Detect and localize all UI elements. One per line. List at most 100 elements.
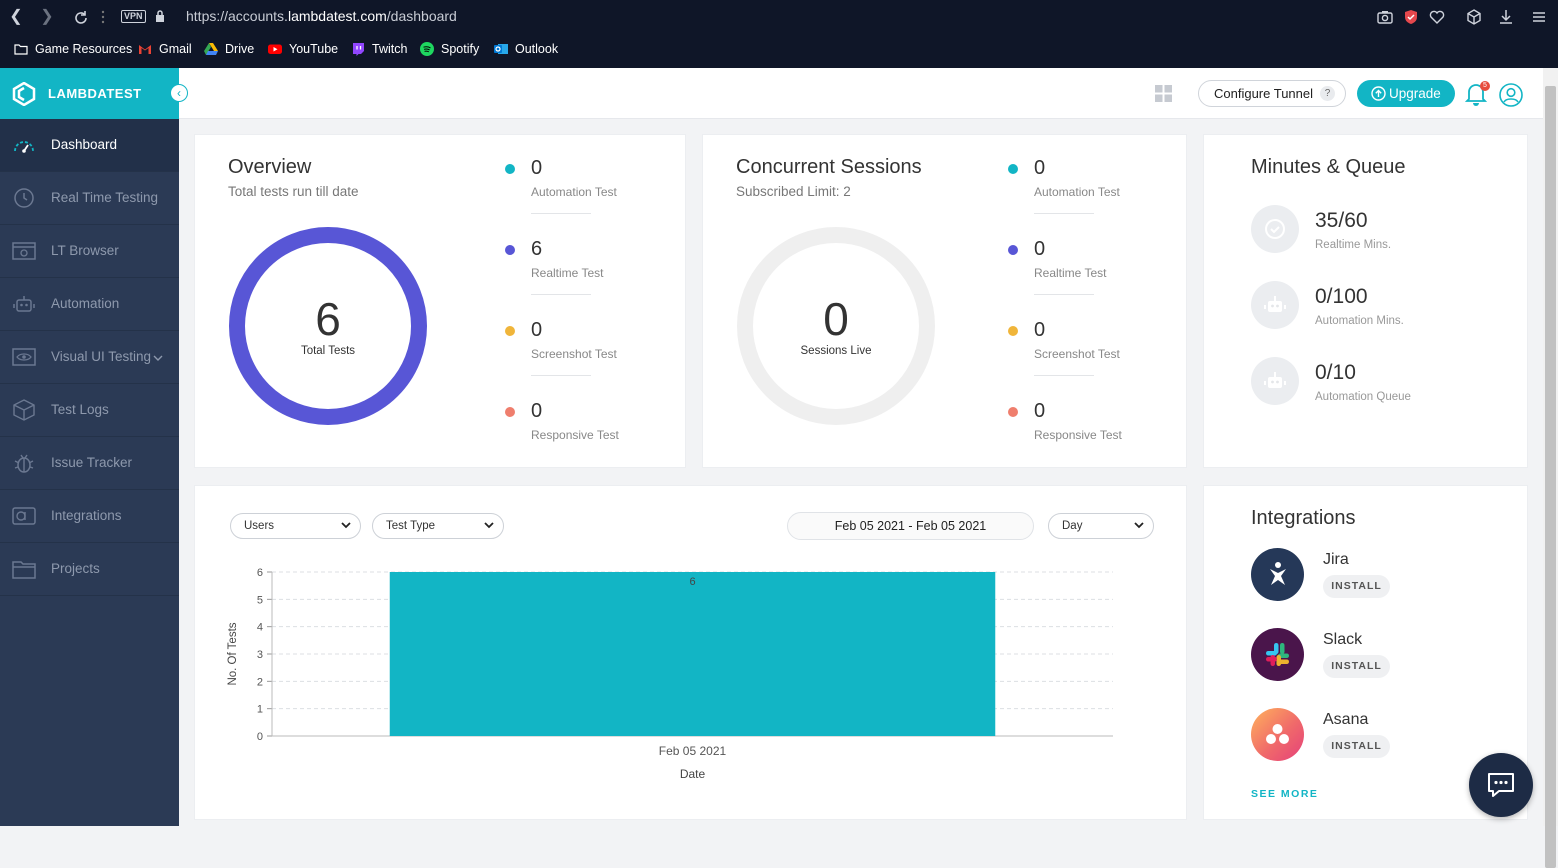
sidebar-item-label: Visual UI Testing	[51, 349, 152, 364]
sidebar-item-projects[interactable]: Projects	[0, 543, 179, 596]
heart-icon[interactable]	[1428, 8, 1446, 26]
sidebar: LAMBDATEST ‹ Dashboard Real Time Testing…	[0, 68, 188, 826]
x-tick-label: Feb 05 2021	[659, 744, 727, 758]
page-scrollbar[interactable]	[1543, 68, 1558, 868]
brand-header[interactable]: LAMBDATEST	[0, 68, 179, 119]
sidebar-item-dashboard[interactable]: Dashboard	[0, 119, 179, 172]
configure-tunnel-label: Configure Tunnel	[1214, 86, 1314, 101]
sidebar-item-label: Dashboard	[51, 137, 118, 152]
sessions-live-value: 0	[823, 293, 849, 345]
sidebar-item-label: Real Time Testing	[51, 190, 159, 205]
sidebar-item-automation[interactable]: Automation	[0, 278, 179, 331]
automation-minutes-value: 0/100	[1315, 285, 1368, 308]
stat-label: Screenshot Test	[531, 347, 617, 361]
integrations-icon	[12, 507, 36, 525]
reload-icon[interactable]	[72, 8, 90, 28]
sidebar-item-visual-ui-testing[interactable]: Visual UI Testing	[0, 331, 179, 384]
divider	[1034, 294, 1094, 295]
robot-icon	[13, 296, 35, 312]
menu-icon[interactable]	[1530, 8, 1548, 26]
stat-value: 0	[531, 319, 543, 341]
collapse-sidebar-button[interactable]: ‹	[170, 84, 188, 102]
bookmark-gmail[interactable]: Gmail	[138, 42, 192, 56]
sidebar-item-real-time-testing[interactable]: Real Time Testing	[0, 172, 179, 225]
sidebar-item-test-logs[interactable]: Test Logs	[0, 384, 179, 437]
tests-bar-chart: 0 1 2 3 4 5 6 6 Feb 05 2021 Date No. Of Tests	[227, 567, 1113, 781]
scrollbar-thumb[interactable]	[1545, 86, 1556, 868]
granularity-select[interactable]: Day	[1048, 513, 1154, 539]
granularity-select-value: Day	[1062, 520, 1083, 532]
notification-badge: 5	[1480, 81, 1490, 91]
sidebar-item-issue-tracker[interactable]: Issue Tracker	[0, 437, 179, 490]
y-tick-label: 4	[257, 622, 263, 634]
slack-logo	[1251, 628, 1304, 681]
divider	[531, 213, 591, 214]
apps-grid-icon[interactable]	[1155, 85, 1172, 102]
back-icon[interactable]: ❮	[7, 7, 25, 27]
concurrent-title: Concurrent Sessions	[736, 156, 922, 178]
chevron-down-icon	[341, 522, 351, 529]
forward-icon[interactable]: ❯	[38, 7, 56, 27]
vpn-badge[interactable]: VPN	[121, 10, 146, 23]
help-icon[interactable]: ?	[1320, 86, 1335, 101]
configure-tunnel-button[interactable]: Configure Tunnel ?	[1198, 80, 1346, 107]
sidebar-item-label: Automation	[51, 296, 120, 311]
robot-icon-bg	[1251, 357, 1299, 405]
bookmark-spotify[interactable]: Spotify	[420, 42, 479, 56]
users-select[interactable]: Users	[230, 513, 361, 539]
overview-card: Overview Total tests run till date 6 Tot…	[194, 134, 686, 468]
address-bar[interactable]: https://accounts.lambdatest.com/dashboar…	[186, 8, 457, 24]
sidebar-item-label: Issue Tracker	[51, 455, 133, 470]
legend-dot	[1008, 407, 1018, 417]
bookmark-youtube[interactable]: YouTube	[268, 42, 338, 56]
cube-icon[interactable]	[1465, 8, 1483, 26]
legend-dot	[1008, 164, 1018, 174]
install-asana-button[interactable]: INSTALL	[1323, 735, 1390, 758]
bookmark-outlook[interactable]: Outlook	[494, 42, 558, 56]
separator-icon	[101, 10, 105, 24]
sidebar-item-integrations[interactable]: Integrations	[0, 490, 179, 543]
drive-icon	[204, 43, 218, 55]
stat-label: Realtime Test	[531, 266, 604, 280]
overview-title: Overview	[228, 156, 312, 178]
lock-icon[interactable]	[155, 9, 165, 23]
folder-icon	[14, 44, 28, 55]
stat-value: 0	[531, 400, 543, 422]
realtime-minutes-label: Realtime Mins.	[1315, 239, 1392, 251]
concurrent-sessions-card: Concurrent Sessions Subscribed Limit: 2 …	[702, 134, 1187, 468]
y-tick-label: 5	[257, 594, 263, 606]
url-prefix: https://accounts.	[186, 8, 288, 24]
install-slack-button[interactable]: INSTALL	[1323, 655, 1390, 678]
test-type-select[interactable]: Test Type	[372, 513, 504, 539]
chat-widget-button[interactable]	[1469, 753, 1533, 817]
stat-value: 0	[1034, 157, 1046, 179]
user-avatar-icon[interactable]	[1499, 83, 1523, 107]
gmail-icon	[139, 45, 151, 54]
spotify-icon	[420, 42, 434, 56]
upgrade-button[interactable]: Upgrade	[1357, 80, 1455, 107]
date-range-picker[interactable]: Feb 05 2021 - Feb 05 2021	[787, 512, 1034, 540]
legend-dot	[505, 326, 515, 336]
install-jira-button[interactable]: INSTALL	[1323, 575, 1390, 598]
legend-dot	[505, 164, 515, 174]
divider	[531, 375, 591, 376]
chart-bar	[389, 572, 996, 736]
shield-icon[interactable]	[1402, 8, 1420, 26]
bookmark-label: YouTube	[289, 42, 339, 56]
see-more-link[interactable]: SEE MORE	[1251, 788, 1318, 800]
test-type-select-value: Test Type	[386, 520, 436, 532]
sidebar-item-lt-browser[interactable]: LT Browser	[0, 225, 179, 278]
robot-icon	[1264, 372, 1286, 388]
robot-icon-bg	[1251, 281, 1299, 329]
camera-icon[interactable]	[1376, 8, 1394, 26]
legend-dot	[505, 245, 515, 255]
divider	[531, 294, 591, 295]
bookmark-twitch[interactable]: Twitch	[351, 42, 407, 56]
tests-chart-card: Users Test Type Feb 05 2021 - Feb 05 202…	[194, 485, 1187, 820]
bookmark-drive[interactable]: Drive	[204, 42, 254, 56]
automation-queue-label: Automation Queue	[1315, 391, 1411, 403]
bookmark-game-resources[interactable]: Game Resources	[14, 42, 132, 56]
stat-label: Responsive Test	[531, 428, 619, 442]
browser-chrome: ❮ ❯ VPN https://accounts.lambdatest.com/…	[0, 0, 1558, 68]
download-icon[interactable]	[1497, 8, 1515, 26]
